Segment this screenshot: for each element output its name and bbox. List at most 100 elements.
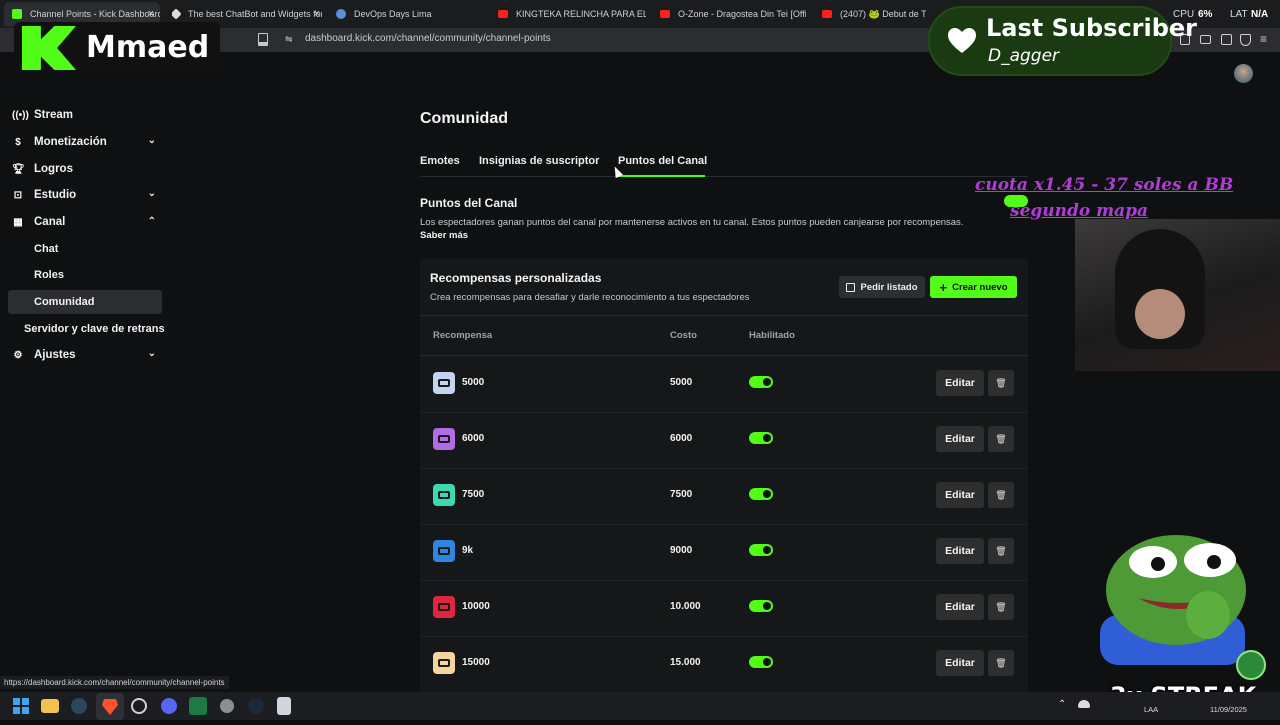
heart-icon (948, 28, 976, 54)
table-row: 15000 15.000 Editar 🗑︎ (420, 636, 1028, 692)
table-row: 10000 10.000 Editar 🗑︎ (420, 580, 1028, 636)
sidebar-item-chat[interactable]: Chat (8, 237, 162, 261)
enabled-toggle[interactable] (749, 488, 773, 500)
lat-value: N/A (1251, 9, 1269, 20)
delete-button[interactable]: 🗑︎ (988, 482, 1014, 508)
delete-button[interactable]: 🗑︎ (988, 370, 1014, 396)
streamer-face (1135, 289, 1185, 339)
edit-button[interactable]: Editar (936, 426, 984, 452)
create-new-button[interactable]: + Crear nuevo (930, 276, 1017, 298)
enabled-toggle[interactable] (749, 600, 773, 612)
tab-title: O-Zone - Dragostea Din Tei [Official (678, 9, 806, 19)
sidebar-item-canal[interactable]: ▦ Canal ⌃ (8, 210, 162, 234)
sidebar-item-ajustes[interactable]: ⚙ Ajustes ⌄ (8, 343, 162, 367)
trash-icon: 🗑︎ (995, 433, 1007, 444)
studio-icon: ⊡ (13, 189, 23, 201)
last-subscriber-name: D_agger (988, 46, 1060, 66)
card-divider (420, 315, 1028, 316)
menu-icon[interactable]: ≡ (1260, 32, 1267, 46)
dollar-icon: $ (15, 136, 21, 148)
enabled-toggle[interactable] (749, 376, 773, 388)
tray-chevron-up-icon[interactable]: ⌃ (1058, 699, 1066, 710)
trash-icon: 🗑︎ (995, 657, 1007, 668)
reward-name: 10000 (462, 601, 490, 612)
excel-icon[interactable] (189, 697, 207, 715)
browser-tab[interactable]: (2407) 🐸 Debut de Team PA (822, 4, 926, 24)
sidebar-item-comunidad[interactable]: Comunidad (8, 290, 162, 314)
shield-icon[interactable] (1240, 34, 1251, 46)
sidebar-item-monetizacion[interactable]: $ Monetización ⌄ (8, 130, 162, 154)
tab-title: (2407) 🐸 Debut de Team PA (840, 8, 926, 19)
create-new-label: Crear nuevo (952, 281, 1008, 293)
last-subscriber-label: Last Subscriber (986, 14, 1198, 42)
sidebar-item-stream-key[interactable]: Servidor y clave de retrans (8, 317, 178, 341)
chevron-down-icon: ⌄ (147, 188, 156, 199)
rewards-subtitle: Crea recompensas para desafiar y darle r… (430, 292, 750, 303)
request-list-button[interactable]: Pedir listado (839, 276, 925, 298)
reward-icon (433, 652, 455, 674)
channel-name: Mmaed (86, 30, 210, 65)
sidebar-item-roles[interactable]: Roles (8, 263, 162, 287)
sidebar-item-logros[interactable]: 🏆︎ Logros (8, 157, 162, 181)
delete-button[interactable]: 🗑︎ (988, 538, 1014, 564)
tab-insignias[interactable]: Insignias de suscriptor (479, 155, 599, 167)
browser-tab[interactable]: DevOps Days Lima (336, 4, 486, 24)
settings-gear-icon[interactable] (218, 697, 236, 715)
sidebar-item-estudio[interactable]: ⊡ Estudio ⌄ (8, 183, 162, 207)
tab-puntos-del-canal[interactable]: Puntos del Canal (618, 155, 707, 167)
reward-cost: 5000 (670, 377, 693, 388)
user-avatar[interactable] (1234, 64, 1253, 83)
streak-badge-icon (1236, 650, 1266, 680)
enabled-toggle[interactable] (749, 432, 773, 444)
youtube-favicon-icon (498, 10, 508, 18)
tabs-divider (420, 176, 1028, 177)
windows-start-icon[interactable] (12, 697, 30, 715)
brave-browser-icon[interactable] (96, 693, 124, 720)
tab-emotes[interactable]: Emotes (420, 155, 460, 167)
edit-button[interactable]: Editar (936, 370, 984, 396)
obs-icon[interactable] (130, 697, 148, 715)
browser-tab[interactable]: O-Zone - Dragostea Din Tei [Official (660, 4, 806, 24)
edit-button[interactable]: Editar (936, 538, 984, 564)
sidebar-item-stream[interactable]: ((•)) Stream (8, 103, 162, 127)
widget-favicon-icon (172, 8, 182, 20)
browser-tab[interactable]: The best ChatBot and Widgets for Ki × (172, 4, 322, 24)
language-indicator[interactable]: LAA (1144, 705, 1158, 714)
steam-icon[interactable] (70, 697, 88, 715)
channel-logo-overlay: Mmaed (14, 22, 220, 74)
ticket-icon (438, 435, 450, 443)
edit-button[interactable]: Editar (936, 650, 984, 676)
ticker-line-2: segundo mapa (1010, 201, 1149, 221)
youtube-favicon-icon (660, 10, 670, 18)
enabled-toggle[interactable] (749, 544, 773, 556)
file-explorer-icon[interactable] (41, 699, 59, 713)
edit-button[interactable]: Editar (936, 482, 984, 508)
steam-app-icon[interactable] (247, 697, 265, 715)
delete-button[interactable]: 🗑︎ (988, 650, 1014, 676)
close-tab-icon[interactable]: × (148, 8, 154, 20)
reward-name: 7500 (462, 489, 485, 500)
clock-date[interactable]: 11/09/2025 (1210, 705, 1247, 714)
close-tab-icon[interactable]: × (314, 8, 320, 20)
cloud-icon[interactable] (1078, 700, 1090, 708)
enabled-toggle[interactable] (749, 656, 773, 668)
webcam-overlay (1075, 219, 1280, 371)
delete-button[interactable]: 🗑︎ (988, 426, 1014, 452)
trash-icon: 🗑︎ (995, 601, 1007, 612)
downloads-icon[interactable] (1221, 34, 1232, 45)
edit-button[interactable]: Editar (936, 594, 984, 620)
active-tab-indicator (618, 175, 705, 177)
browser-tab[interactable]: KINGTEKA RELINCHA PARA EL ZEEIN (498, 4, 646, 24)
column-header-reward: Recompensa (433, 330, 493, 341)
site-info-icon[interactable]: ⇋ (285, 34, 295, 44)
discord-icon[interactable] (160, 697, 178, 715)
wallet-icon[interactable] (1200, 35, 1211, 44)
delete-button[interactable]: 🗑︎ (988, 594, 1014, 620)
youtube-favicon-icon (822, 10, 832, 18)
bookmark-icon[interactable] (258, 33, 268, 46)
ticket-icon (438, 659, 450, 667)
calculator-icon[interactable] (277, 697, 291, 715)
url-field[interactable]: dashboard.kick.com/channel/community/cha… (305, 33, 551, 44)
learn-more-link[interactable]: Saber más (420, 230, 468, 241)
reward-icon (433, 540, 455, 562)
